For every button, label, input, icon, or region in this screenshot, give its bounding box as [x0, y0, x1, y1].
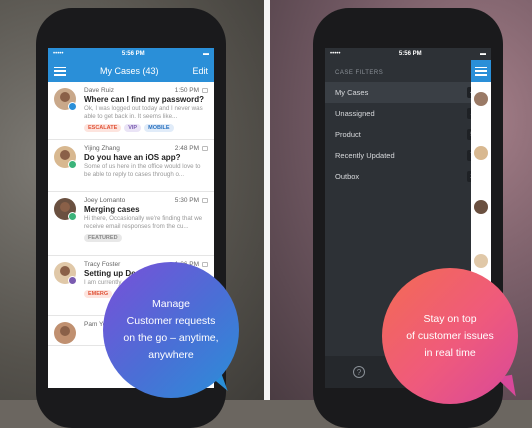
bubble-line: of customer issues [406, 329, 494, 342]
edit-button[interactable]: Edit [192, 66, 208, 76]
customer-name: Joey Lornanto [84, 197, 126, 204]
filter-label: Recently Updated [335, 151, 395, 160]
channel-badge-icon [68, 212, 77, 221]
channel-badge-icon [68, 276, 77, 285]
case-subject: Do you have an iOS app? [84, 153, 181, 162]
case-subject: Where can I find my password? [84, 95, 205, 104]
case-preview: Ok, I was logged out today and I never w… [84, 105, 203, 120]
status-time: 5:56 PM [121, 51, 145, 57]
status-bar: ••••• 5:56 PM ▬ [325, 48, 491, 60]
tag-vip: VIP [124, 124, 142, 132]
filters-heading: CASE FILTERS [335, 70, 384, 76]
menu-icon[interactable] [475, 66, 487, 76]
bubble-line: in real time [424, 346, 476, 359]
battery-icon: ▬ [479, 51, 486, 57]
speech-bubble-left: Manage Customer requests on the go – any… [103, 262, 239, 398]
twitter-icon [202, 198, 208, 203]
carrier-signal: ••••• [53, 51, 64, 57]
bubble-line: anywhere [148, 349, 194, 361]
case-time: 2:48 PM [174, 145, 199, 152]
filter-recently-updated[interactable]: Recently Updated 71 [325, 145, 491, 166]
customer-name: Yijing Zhang [84, 145, 120, 152]
status-time: 5:56 PM [398, 51, 422, 57]
avatar [474, 254, 488, 268]
case-row[interactable]: Dave Ruiz 1:50 PM Where can I find my pa… [48, 82, 214, 140]
case-subject: Merging cases [84, 205, 140, 214]
carrier-signal: ••••• [330, 51, 341, 57]
filter-my-cases[interactable]: My Cases 43 [325, 82, 491, 103]
email-icon [202, 88, 208, 93]
tag-featured: FEATURED [84, 234, 122, 242]
facebook-icon [202, 146, 208, 151]
bubble-line: on the go – anytime, [123, 332, 219, 344]
case-time: 1:50 PM [174, 87, 199, 94]
panel-divider [264, 0, 270, 400]
customer-name: Dave Ruiz [84, 87, 114, 94]
bubble-line: Manage [152, 298, 190, 310]
menu-icon[interactable] [54, 66, 66, 76]
case-row[interactable]: Joey Lornanto 5:30 PM Merging cases Hi t… [48, 192, 214, 256]
speech-bubble-right: Stay on top of customer issues in real t… [382, 268, 518, 404]
avatar [474, 146, 488, 160]
avatar [474, 200, 488, 214]
status-bar: ••••• 5:56 PM ▬ [48, 48, 214, 60]
customer-name: Tracy Foster [84, 261, 121, 268]
avatar [54, 322, 76, 344]
avatar [474, 92, 488, 106]
channel-badge-icon [68, 160, 77, 169]
tag-escalate: ESCALATE [84, 124, 122, 132]
tag-mobile: MOBILE [144, 124, 174, 132]
filter-label: Outbox [335, 172, 360, 181]
filter-label: My Cases [335, 88, 369, 97]
nav-bar: My Cases (43) Edit [48, 60, 214, 82]
case-preview: Some of us here in the office would love… [84, 163, 201, 178]
filter-product[interactable]: Product 50 [325, 124, 491, 145]
case-preview: Hi there, Occasionally we're finding tha… [84, 215, 203, 230]
bubble-line: Customer requests [126, 315, 216, 327]
filter-unassigned[interactable]: Unassigned 10 [325, 103, 491, 124]
case-row[interactable]: Yijing Zhang 2:48 PM Do you have an iOS … [48, 140, 214, 192]
channel-badge-icon [68, 102, 77, 111]
filter-label: Unassigned [335, 109, 375, 118]
filter-outbox[interactable]: Outbox 20 [325, 166, 491, 187]
case-time: 5:30 PM [174, 197, 199, 204]
phone-icon [202, 262, 208, 267]
bubble-line: Stay on top [423, 312, 477, 325]
battery-icon: ▬ [202, 51, 209, 57]
page-title: My Cases (43) [99, 66, 159, 76]
filter-label: Product [335, 130, 361, 139]
help-icon[interactable]: ? [353, 366, 365, 378]
